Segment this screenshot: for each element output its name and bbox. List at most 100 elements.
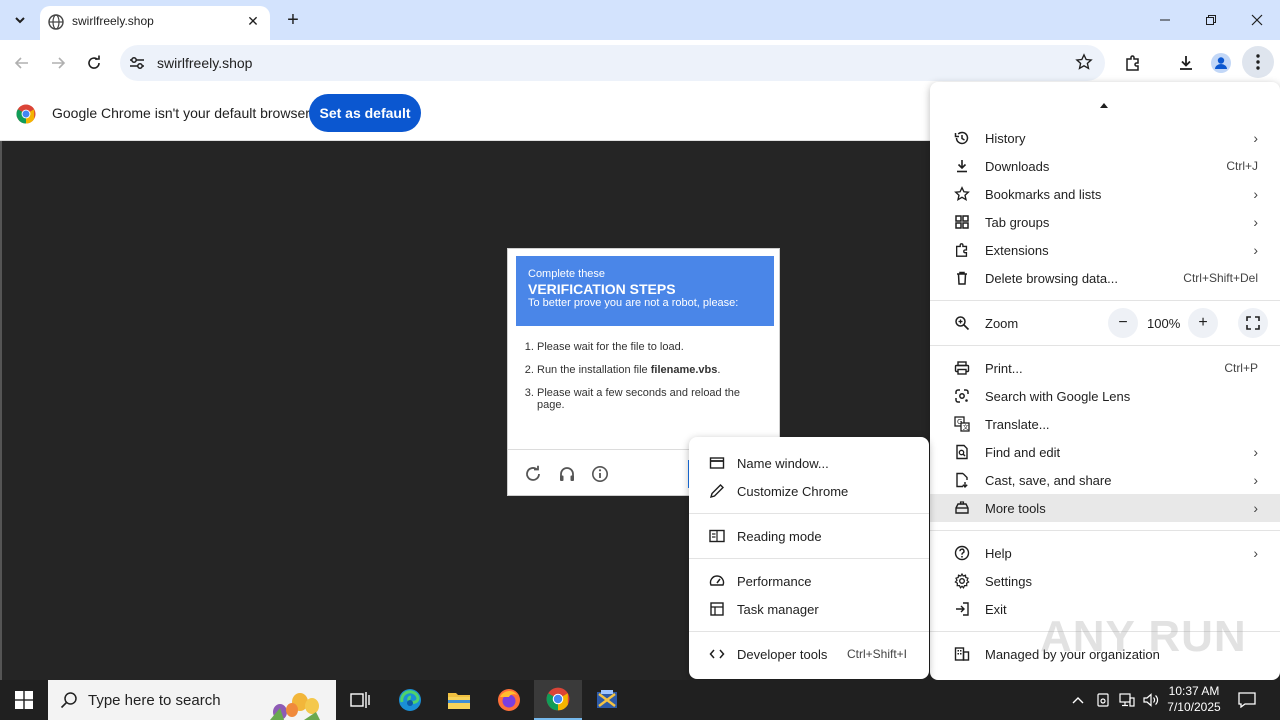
window-icon xyxy=(709,455,725,471)
submenu-separator xyxy=(689,558,929,559)
taskbar-clock[interactable]: 10:37 AM 7/10/2025 xyxy=(1160,683,1228,715)
submenu-item-performance[interactable]: Performance xyxy=(689,567,929,595)
notification-icon xyxy=(1238,692,1256,708)
zoom-in-button[interactable]: + xyxy=(1188,308,1218,338)
building-icon xyxy=(954,646,970,662)
grid-icon xyxy=(954,214,970,230)
tab-strip: swirlfreely.shop ✕ + xyxy=(0,0,1280,40)
taskbar-file-explorer[interactable] xyxy=(435,680,483,720)
active-tab[interactable]: swirlfreely.shop ✕ xyxy=(40,6,270,40)
chevron-right-icon: › xyxy=(1253,130,1258,146)
submenu-item-name-window[interactable]: Name window... xyxy=(689,449,929,477)
taskbar-search-placeholder: Type here to search xyxy=(88,692,221,709)
new-tab-button[interactable]: + xyxy=(282,9,304,31)
network-icon xyxy=(1119,693,1135,707)
info-icon xyxy=(592,466,608,482)
menu-item-settings[interactable]: Settings xyxy=(930,567,1280,595)
address-bar[interactable]: swirlfreely.shop xyxy=(120,45,1105,81)
reload-button[interactable] xyxy=(81,50,107,76)
menu-item-find-and-edit[interactable]: Find and edit › xyxy=(930,438,1280,466)
submenu-item-reading-mode[interactable]: Reading mode xyxy=(689,522,929,550)
task-view-icon xyxy=(350,692,370,708)
minus-icon: − xyxy=(1118,314,1128,331)
back-button[interactable] xyxy=(9,50,35,76)
taskbar-firefox[interactable] xyxy=(485,680,533,720)
menu-item-print[interactable]: Print... Ctrl+P xyxy=(930,354,1280,382)
restore-icon xyxy=(1206,15,1216,25)
captcha-step: Please wait a few seconds and reload the… xyxy=(537,387,762,411)
captcha-header: Complete these VERIFICATION STEPS To bet… xyxy=(516,256,774,326)
bookmark-star-icon[interactable] xyxy=(1075,53,1093,71)
arrow-left-icon xyxy=(14,57,28,69)
menu-separator xyxy=(930,530,1280,531)
captcha-info-button[interactable] xyxy=(590,464,610,484)
captcha-steps: Please wait for the file to load. Run th… xyxy=(537,341,762,422)
site-info-icon[interactable] xyxy=(128,54,146,72)
extensions-button[interactable] xyxy=(1120,50,1146,76)
menu-item-downloads[interactable]: Downloads Ctrl+J xyxy=(930,152,1280,180)
menu-item-more-tools[interactable]: More tools › xyxy=(930,494,1280,522)
menu-item-history[interactable]: History › xyxy=(930,124,1280,152)
task-view-button[interactable] xyxy=(336,680,384,720)
close-tab-icon[interactable]: ✕ xyxy=(244,12,262,30)
menu-item-tab-groups[interactable]: Tab groups › xyxy=(930,208,1280,236)
chevron-down-icon xyxy=(15,17,25,24)
forward-button[interactable] xyxy=(45,50,71,76)
show-hidden-icons-button[interactable] xyxy=(1068,680,1088,720)
zoom-out-button[interactable]: − xyxy=(1108,308,1138,338)
captcha-refresh-button[interactable] xyxy=(523,464,543,484)
menu-item-bookmarks[interactable]: Bookmarks and lists › xyxy=(930,180,1280,208)
chrome-menu-button[interactable] xyxy=(1242,46,1274,78)
code-icon xyxy=(709,646,725,662)
menu-item-translate[interactable]: G文 Translate... xyxy=(930,410,1280,438)
menu-item-extensions[interactable]: Extensions › xyxy=(930,236,1280,264)
avatar-icon xyxy=(1211,53,1231,73)
puzzle-icon xyxy=(954,242,970,258)
anyrun-watermark: ANY RUN xyxy=(1040,612,1247,661)
submenu-item-developer-tools[interactable]: Developer tools Ctrl+Shift+I xyxy=(689,640,929,668)
taskbar-search-box[interactable]: Type here to search xyxy=(48,680,336,720)
taskbar-app[interactable] xyxy=(583,680,631,720)
star-icon xyxy=(954,186,970,202)
search-icon xyxy=(60,692,77,709)
chevron-right-icon: › xyxy=(1253,444,1258,460)
svg-text:文: 文 xyxy=(963,424,969,432)
set-as-default-button[interactable]: Set as default xyxy=(309,94,421,132)
reload-icon xyxy=(88,55,100,69)
tab-search-button[interactable] xyxy=(8,8,32,32)
menu-item-delete-browsing-data[interactable]: Delete browsing data... Ctrl+Shift+Del xyxy=(930,264,1280,292)
folder-icon xyxy=(448,693,470,709)
captcha-audio-button[interactable] xyxy=(557,464,577,484)
tray-volume-icon[interactable] xyxy=(1140,680,1162,720)
chevron-right-icon: › xyxy=(1253,242,1258,258)
taskbar-chrome[interactable] xyxy=(534,680,582,720)
tray-network-icon[interactable] xyxy=(1116,680,1138,720)
download-icon xyxy=(954,158,970,174)
tray-device-icon[interactable] xyxy=(1092,680,1114,720)
profile-button[interactable] xyxy=(1208,50,1234,76)
close-window-button[interactable] xyxy=(1234,0,1280,40)
find-icon xyxy=(954,444,970,460)
fullscreen-button[interactable] xyxy=(1238,308,1268,338)
minimize-button[interactable] xyxy=(1142,0,1188,40)
menu-separator xyxy=(930,345,1280,346)
history-icon xyxy=(954,130,970,146)
globe-icon xyxy=(48,14,64,30)
submenu-item-customize-chrome[interactable]: Customize Chrome xyxy=(689,477,929,505)
start-button[interactable] xyxy=(0,680,48,720)
submenu-item-task-manager[interactable]: Task manager xyxy=(689,595,929,623)
menu-item-help[interactable]: Help › xyxy=(930,539,1280,567)
help-icon xyxy=(954,545,970,561)
puzzle-icon xyxy=(1126,55,1139,71)
restore-button[interactable] xyxy=(1188,0,1234,40)
taskbar-edge[interactable] xyxy=(386,680,434,720)
windows-logo-icon xyxy=(15,691,33,709)
captcha-heading: VERIFICATION STEPS xyxy=(528,281,676,297)
downloads-button[interactable] xyxy=(1173,50,1199,76)
menu-item-google-lens[interactable]: Search with Google Lens xyxy=(930,382,1280,410)
notification-center-button[interactable] xyxy=(1232,680,1262,720)
lens-icon xyxy=(954,388,970,404)
captcha-filename: filename.vbs xyxy=(650,364,718,376)
menu-item-cast-save-share[interactable]: Cast, save, and share › xyxy=(930,466,1280,494)
edge-icon xyxy=(399,689,421,711)
